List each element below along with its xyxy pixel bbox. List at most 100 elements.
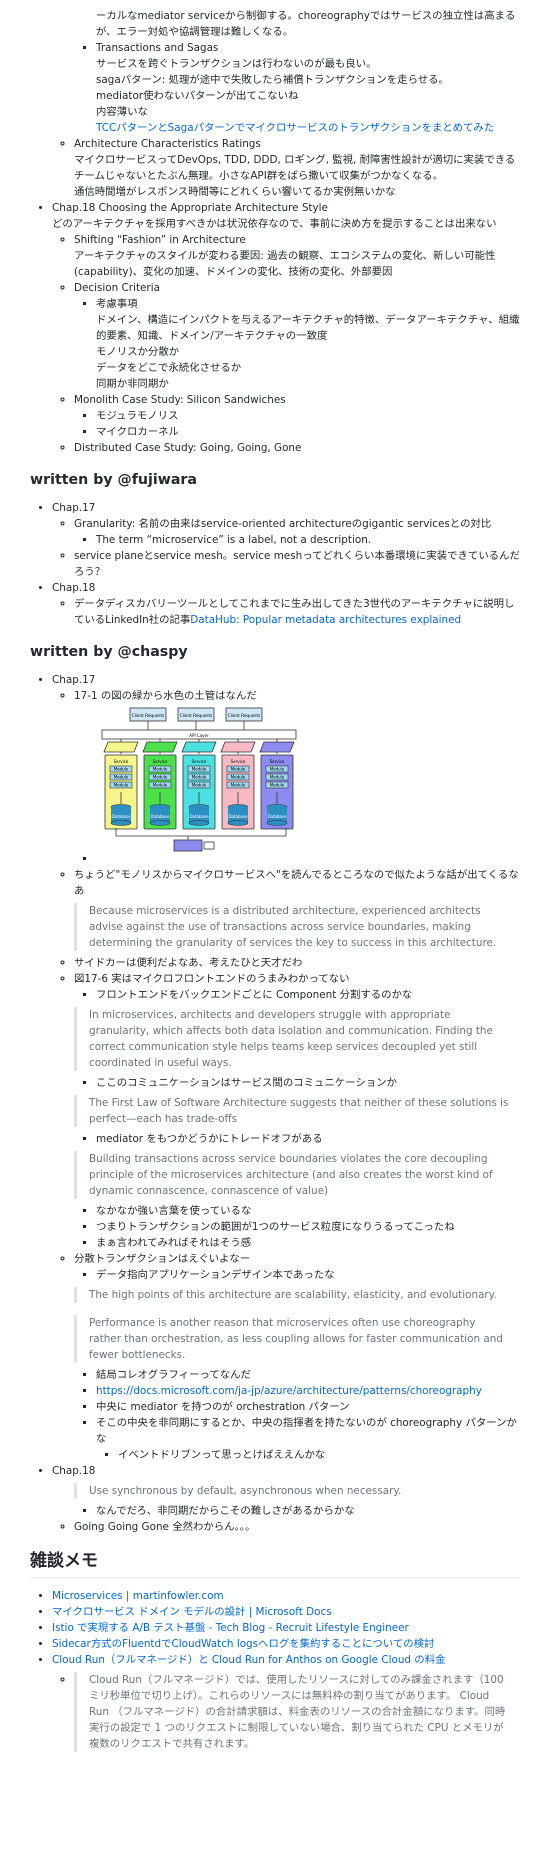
list-item-chap18: Chap.18 Choosing the Appropriate Archite… — [52, 200, 520, 456]
quote: In microservices, architects and develop… — [74, 1007, 520, 1071]
service-label: Service — [270, 759, 285, 764]
heading-chaspy: written by @chaspy — [30, 644, 188, 660]
list-item-monolith-case: Monolith Case Study: Silicon Sandwiches … — [74, 392, 520, 440]
client-request-label: Client Requests — [132, 713, 165, 718]
database-bottom — [110, 820, 132, 826]
module-label: Module — [270, 775, 285, 780]
module-label: Module — [114, 767, 129, 772]
database-label: Database — [267, 814, 287, 819]
list-item: 図17-6 実はマイクロフロントエンドのうまみわかってない フロントエンドをバッ… — [74, 971, 520, 1003]
module-label: Module — [192, 767, 207, 772]
list-item: Istio で実現する A/B テスト基盤 - Tech Blog - Recr… — [52, 1620, 520, 1636]
module-label: Module — [153, 783, 168, 788]
list-item: https://docs.microsoft.com/ja-jp/azure/a… — [96, 1383, 520, 1399]
module-label: Module — [114, 775, 129, 780]
link-martinfowler[interactable]: Microservices | martinfowler.com — [52, 1590, 224, 1602]
list-item-distributed-case: Distributed Case Study: Going, Going, Go… — [74, 440, 520, 456]
service-label: Service — [153, 759, 168, 764]
database-label: Database — [189, 814, 209, 819]
link-cloud-run[interactable]: Cloud Run（フルマネージド）と Cloud Run for Anthos… — [52, 1654, 445, 1666]
database-bottom — [188, 820, 210, 826]
module-label: Module — [270, 767, 285, 772]
list-item: Chap.17 17-1 の図の緑から水色の土管はなんだ Client Requ… — [52, 672, 520, 1463]
list-item: マイクロサービス ドメイン モデルの設計 | Microsoft Docs — [52, 1604, 520, 1620]
datahub-link[interactable]: DataHub: Popular metadata architectures … — [190, 614, 461, 626]
module-label: Module — [192, 775, 207, 780]
list-item: mediator をもつかどうかにトレードオフがある — [96, 1131, 520, 1147]
list-item: Chap.17 Granularity: 名前の由来はservice-orien… — [52, 500, 520, 580]
quote: Building transactions across service bou… — [74, 1151, 520, 1199]
list-item: そこの中央を非同期にするとか、中央の指揮者を持たないのが choreograph… — [96, 1415, 520, 1463]
list-item-decision-criteria: Decision Criteria 考慮事項 ドメイン、構造にインパクトを与える… — [74, 280, 520, 392]
page: ーカルなmediator serviceから制御する。choreographyで… — [0, 0, 548, 1858]
list-item: データディスカバリーツールとしてこれまでに生み出してきた3世代のアーキテクチャに… — [74, 596, 520, 628]
choreography-docs-link[interactable]: https://docs.microsoft.com/ja-jp/azure/a… — [96, 1385, 482, 1397]
list-item-architecture-ratings: Architecture Characteristics Ratings マイク… — [74, 136, 520, 200]
list-item: Chap.18 Use synchronous by default, asyn… — [52, 1463, 520, 1535]
link-sidecar-fluentd[interactable]: Sidecar方式のFluentdでCloudWatch logsへログを集約す… — [52, 1638, 434, 1650]
api-gateway-shape — [103, 741, 139, 753]
list-item-transactions-sagas: Transactions and Sagas サービスを跨ぐトランザクションは行… — [96, 40, 520, 136]
list-item: Chap.18 データディスカバリーツールとしてこれまでに生み出してきた3世代の… — [52, 580, 520, 628]
list-item: ここのコミュニケーションはサービス間のコミュニケーションか — [96, 1075, 520, 1091]
module-label: Module — [192, 783, 207, 788]
client-request-label: Client Requests — [228, 713, 261, 718]
list-item: ーカルなmediator serviceから制御する。choreographyで… — [96, 8, 520, 40]
list-item-quote: Cloud Run（フルマネージド）では、使用したリソースに対してのみ課金されま… — [74, 1672, 520, 1752]
list-item: なんでだろ、非同期だからこその難しさがあるからかな — [96, 1503, 520, 1519]
service-label: Service — [231, 759, 246, 764]
quote: Use synchronous by default, asynchronous… — [74, 1483, 520, 1499]
list-item: Granularity: 名前の由来はservice-oriented arch… — [74, 516, 520, 548]
module-label: Module — [153, 767, 168, 772]
api-gateway-shape — [181, 741, 217, 753]
list-item: The term “microservice” is a label, not … — [96, 532, 520, 548]
list-item-shifting-fashion: Shifting “Fashion” in Architecture アーキテク… — [74, 232, 520, 280]
quote: Performance is another reason that micro… — [74, 1315, 520, 1363]
list-item-quote: In microservices, architects and develop… — [74, 1007, 520, 1091]
fujiwara-list: Chap.17 Granularity: 名前の由来はservice-orien… — [30, 500, 520, 628]
list-item: 分散トランザクションはえぐいよなー データ指向アプリケーションデザイン本であった… — [74, 1251, 520, 1283]
list-item-quote: The high points of this architecture are… — [74, 1287, 520, 1303]
link-istio[interactable]: Istio で実現する A/B テスト基盤 - Tech Blog - Recr… — [52, 1622, 409, 1634]
module-label: Module — [114, 783, 129, 788]
module-label: Module — [231, 775, 246, 780]
pipe-connector-box — [203, 841, 215, 850]
quote: Because microservices is a distributed a… — [74, 903, 520, 951]
list-item: 中央に mediator を持つのが orchestration パターン — [96, 1399, 520, 1415]
list-item-quote: Building transactions across service bou… — [74, 1151, 520, 1251]
quote: Cloud Run（フルマネージド）では、使用したリソースに対してのみ課金されま… — [74, 1672, 520, 1752]
list-item-quote: Performance is another reason that micro… — [74, 1307, 520, 1463]
api-gateway-shape — [220, 741, 256, 753]
list-item: Microservices | martinfowler.com — [52, 1588, 520, 1604]
list-item: マイクロカーネル — [96, 424, 520, 440]
list-item: Sidecar方式のFluentdでCloudWatch logsへログを集約す… — [52, 1636, 520, 1652]
list-item: サイドカーは便利だよなあ、考えたひと天才だわ — [74, 955, 520, 971]
top-list: ーカルなmediator serviceから制御する。choreographyで… — [30, 8, 520, 456]
list-item: Cloud Run（フルマネージド）と Cloud Run for Anthos… — [52, 1652, 520, 1752]
module-label: Module — [153, 775, 168, 780]
tcc-saga-link[interactable]: TCCパターンとSagaパターンでマイクロサービスのトランザクションをまとめてみ… — [96, 122, 494, 134]
list-item: 17-1 の図の緑から水色の土管はなんだ Client Requests Cli… — [74, 688, 520, 867]
list-item: イベントドリブンって思っとけばええんかな — [118, 1447, 520, 1463]
service-lanes: Service Module Module Module Database Service… — [103, 739, 295, 830]
list-item: Going Going Gone 全然わからん。。。 — [74, 1519, 520, 1535]
database-bottom — [149, 820, 171, 826]
client-requests-row: Client Requests Client Requests Client R… — [129, 707, 263, 722]
intro-continued: ーカルなmediator serviceから制御する。choreographyで… — [96, 10, 516, 38]
pipe-box — [173, 839, 203, 852]
database-label: Database — [150, 814, 170, 819]
heading-memo: 雑談メモ — [30, 1551, 520, 1578]
list-item: ちょうど"モノリスからマイクロサービスへ"を読んでるところなので似たような話が出… — [74, 867, 520, 899]
api-layer-label: API Layer — [189, 733, 209, 738]
list-item: つまりトランザクションの範囲が1つのサービス粒度になりうるってこったね — [96, 1219, 520, 1235]
link-ms-docs[interactable]: マイクロサービス ドメイン モデルの設計 | Microsoft Docs — [52, 1606, 332, 1618]
chaspy-list: Chap.17 17-1 の図の緑から水色の土管はなんだ Client Requ… — [30, 672, 520, 1535]
api-gateway-shape — [259, 741, 295, 753]
heading-fujiwara: written by @fujiwara — [30, 472, 197, 488]
module-label: Module — [231, 783, 246, 788]
database-label: Database — [111, 814, 131, 819]
list-item-quote: Use synchronous by default, asynchronous… — [74, 1483, 520, 1519]
microservices-diagram: Client Requests Client Requests Client R… — [101, 707, 297, 852]
quote: The high points of this architecture are… — [74, 1287, 520, 1303]
list-item: service planeとservice mesh。service meshっ… — [74, 548, 520, 580]
